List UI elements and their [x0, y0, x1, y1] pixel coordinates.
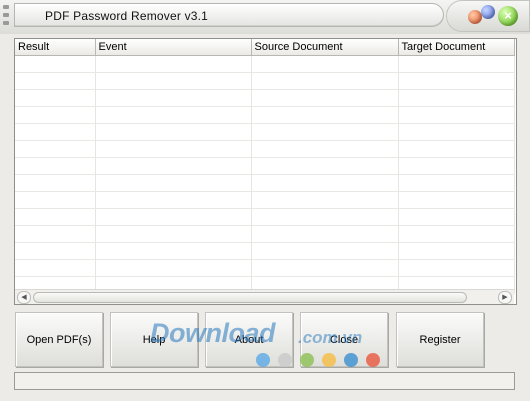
table-row: [15, 208, 515, 226]
results-list[interactable]: Result Event Source Document Target Docu…: [14, 38, 517, 305]
table-row: [15, 242, 515, 260]
table-cell: [398, 242, 515, 260]
table-row: [15, 157, 515, 175]
table-cell: [398, 225, 515, 243]
table-cell: [251, 106, 399, 124]
results-table: Result Event Source Document Target Docu…: [15, 39, 515, 294]
table-row: [15, 55, 515, 73]
table-cell: [95, 191, 252, 209]
table-cell: [251, 242, 399, 260]
table-cell: [95, 89, 252, 107]
table-row: [15, 123, 515, 141]
horizontal-scrollbar[interactable]: ◀ ▶: [15, 289, 514, 304]
table-cell: [15, 191, 96, 209]
table-cell: [398, 174, 515, 192]
table-cell: [251, 174, 399, 192]
table-cell: [95, 106, 252, 124]
table-cell: [251, 208, 399, 226]
title-pill: PDF Password Remover v3.1: [14, 3, 444, 27]
table-cell: [398, 89, 515, 107]
table-cell: [15, 208, 96, 226]
table-body: [15, 55, 515, 294]
title-bar[interactable]: PDF Password Remover v3.1 ×: [0, 0, 530, 34]
close-button[interactable]: Close: [300, 312, 388, 367]
table-row: [15, 174, 515, 192]
table-cell: [398, 259, 515, 277]
register-button[interactable]: Register: [396, 312, 484, 367]
table-row: [15, 106, 515, 124]
column-header-result[interactable]: Result: [15, 39, 96, 56]
window-title: PDF Password Remover v3.1: [45, 9, 209, 23]
window-controls: ×: [446, 0, 530, 32]
drag-grip-icon[interactable]: [3, 5, 11, 25]
table-cell: [95, 208, 252, 226]
table-cell: [398, 55, 515, 73]
open-pdfs-button[interactable]: Open PDF(s): [15, 312, 103, 367]
table-cell: [251, 259, 399, 277]
table-row: [15, 225, 515, 243]
table-cell: [15, 259, 96, 277]
table-cell: [95, 242, 252, 260]
close-window-icon[interactable]: ×: [498, 6, 518, 26]
scroll-left-arrow-icon[interactable]: ◀: [17, 291, 31, 304]
table-cell: [251, 191, 399, 209]
scrollbar-thumb[interactable]: [33, 292, 467, 303]
table-cell: [398, 157, 515, 175]
table-cell: [15, 157, 96, 175]
table-row: [15, 89, 515, 107]
maximize-ball-icon[interactable]: [481, 5, 495, 19]
table-cell: [251, 157, 399, 175]
table-cell: [95, 157, 252, 175]
table-cell: [251, 140, 399, 158]
table-cell: [398, 106, 515, 124]
about-button[interactable]: About: [205, 312, 293, 367]
table-cell: [398, 72, 515, 90]
table-cell: [398, 208, 515, 226]
table-cell: [251, 89, 399, 107]
table-cell: [95, 259, 252, 277]
status-bar: [14, 372, 515, 390]
help-button[interactable]: Help: [110, 312, 198, 367]
table-cell: [15, 174, 96, 192]
table-cell: [251, 123, 399, 141]
table-cell: [95, 140, 252, 158]
table-cell: [15, 55, 96, 73]
column-header-target-document[interactable]: Target Document: [398, 39, 515, 56]
table-row: [15, 259, 515, 277]
table-cell: [15, 140, 96, 158]
table-cell: [15, 106, 96, 124]
table-cell: [251, 55, 399, 73]
table-cell: [15, 72, 96, 90]
table-cell: [95, 72, 252, 90]
table-cell: [398, 140, 515, 158]
table-row: [15, 191, 515, 209]
table-cell: [398, 123, 515, 141]
table-cell: [95, 174, 252, 192]
table-row: [15, 72, 515, 90]
table-cell: [15, 89, 96, 107]
table-cell: [15, 242, 96, 260]
column-header-event[interactable]: Event: [95, 39, 252, 56]
table-cell: [251, 225, 399, 243]
column-header-source-document[interactable]: Source Document: [251, 39, 399, 56]
minimize-ball-icon[interactable]: [468, 10, 482, 24]
table-cell: [251, 72, 399, 90]
table-cell: [398, 191, 515, 209]
scroll-right-arrow-icon[interactable]: ▶: [498, 291, 512, 304]
table-cell: [95, 225, 252, 243]
table-row: [15, 140, 515, 158]
table-cell: [15, 123, 96, 141]
table-cell: [95, 55, 252, 73]
table-cell: [95, 123, 252, 141]
table-cell: [15, 225, 96, 243]
